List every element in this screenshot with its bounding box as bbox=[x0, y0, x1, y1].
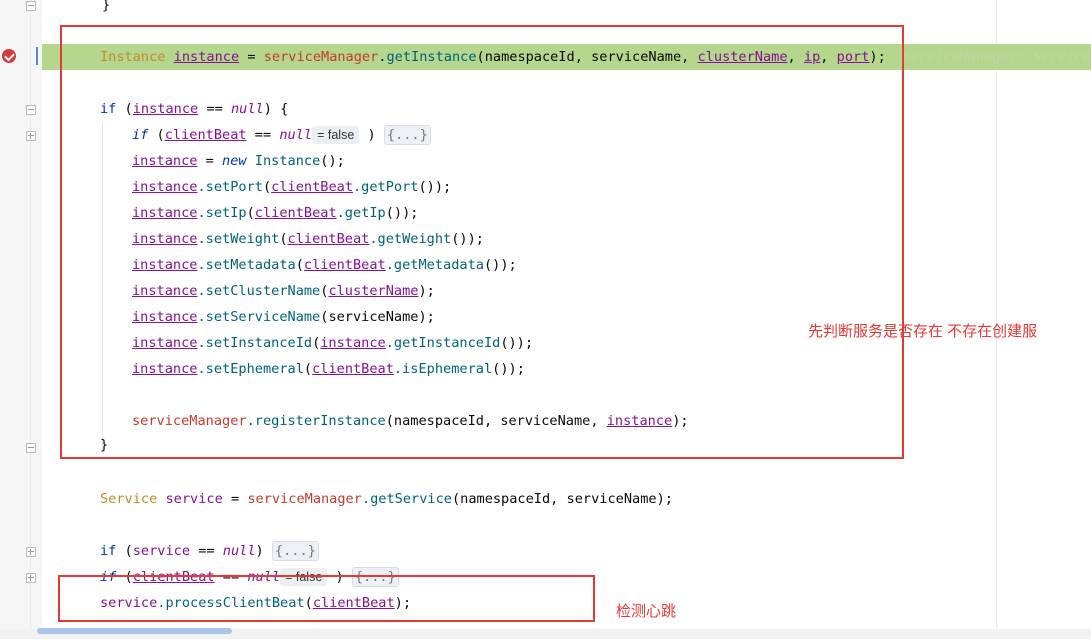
breakpoint-check-icon[interactable] bbox=[2, 49, 16, 63]
change-marker bbox=[36, 47, 38, 65]
annotation-note-service: 先判断服务是否存在 不存在创建服 bbox=[808, 323, 1038, 340]
gutter-divider bbox=[30, 0, 31, 639]
editor-gutter[interactable] bbox=[0, 0, 42, 639]
fold-marker[interactable] bbox=[26, 1, 36, 11]
fold-marker[interactable] bbox=[26, 547, 36, 557]
closing-brace: } bbox=[102, 0, 111, 13]
fold-marker[interactable] bbox=[26, 131, 36, 141]
folded-block: {...} bbox=[271, 541, 319, 561]
annotation-box-service-check bbox=[60, 25, 904, 459]
inline-debug-value: serviceManager: ServiceMan bbox=[902, 49, 1091, 65]
code-line[interactable]: Service service = serviceManager.getServ… bbox=[42, 486, 1091, 512]
horizontal-scrollbar-thumb[interactable] bbox=[37, 628, 232, 634]
code-text: if (service == null) {...} bbox=[100, 538, 319, 564]
fold-marker[interactable] bbox=[26, 443, 36, 453]
fold-marker[interactable] bbox=[26, 573, 36, 583]
code-line[interactable]: if (service == null) {...} bbox=[42, 538, 1091, 564]
annotation-note-heartbeat: 检测心跳 bbox=[616, 603, 677, 620]
fold-marker[interactable] bbox=[26, 105, 36, 115]
code-line[interactable]: } bbox=[42, 0, 1091, 18]
code-text: Service service = serviceManager.getServ… bbox=[100, 491, 673, 507]
annotation-box-heartbeat bbox=[58, 575, 595, 622]
